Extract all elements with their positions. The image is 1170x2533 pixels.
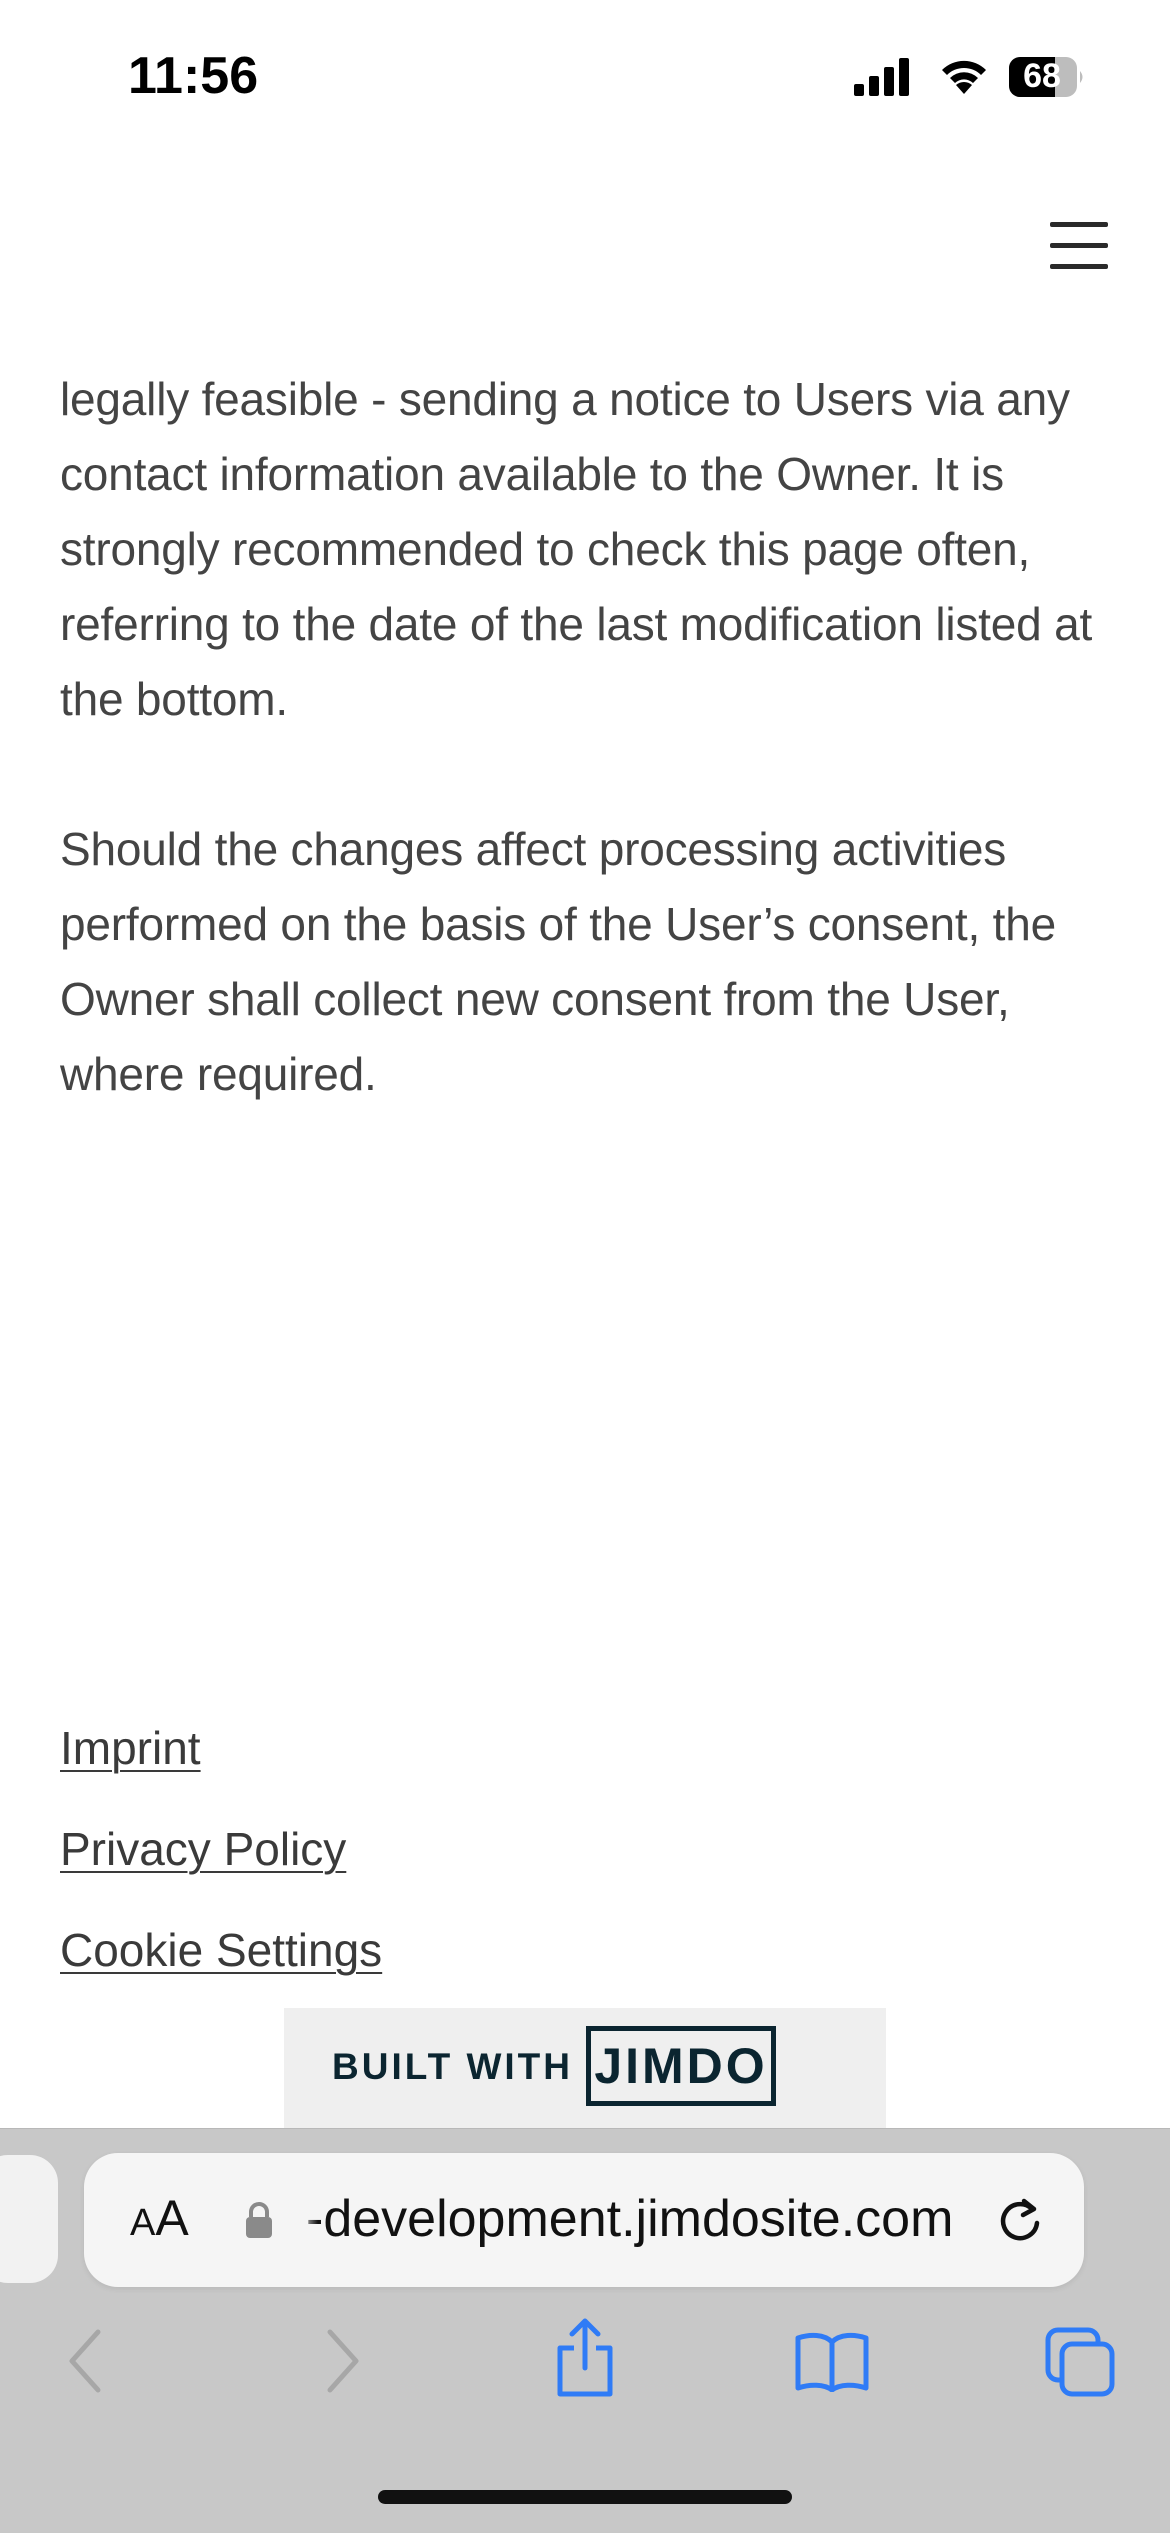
jimdo-logo: JIMDO	[586, 2026, 776, 2106]
address-bar[interactable]: AA -development.jimdosite.com	[84, 2153, 1084, 2287]
reload-icon[interactable]	[992, 2193, 1048, 2249]
aa-small-glyph: A	[130, 2202, 156, 2244]
hamburger-menu-button[interactable]	[1046, 220, 1112, 272]
lock-icon	[246, 2202, 272, 2238]
privacy-policy-link[interactable]: Privacy Policy	[60, 1811, 382, 1912]
tabs-icon[interactable]	[1044, 2326, 1116, 2398]
wifi-icon	[942, 60, 986, 94]
share-icon[interactable]	[552, 2318, 618, 2398]
page-content: legally feasible - sending a notice to U…	[60, 362, 1120, 1112]
footer-links: Imprint Privacy Policy Cookie Settings	[60, 1710, 382, 2013]
cellular-signal-icon	[854, 58, 909, 96]
built-with-jimdo-banner[interactable]: BUILT WITH JIMDO	[284, 2008, 886, 2130]
built-with-label: BUILT WITH	[332, 2046, 573, 2087]
chevron-right-icon[interactable]	[316, 2326, 366, 2396]
book-icon[interactable]	[794, 2330, 870, 2392]
battery-level: 68	[1023, 57, 1061, 95]
home-indicator	[378, 2490, 792, 2504]
hamburger-line	[1050, 264, 1108, 269]
hamburger-menu-icon	[1050, 222, 1108, 227]
url-text: -development.jimdosite.com	[306, 2190, 954, 2248]
imprint-link[interactable]: Imprint	[60, 1710, 382, 1811]
aa-big-glyph: A	[155, 2190, 189, 2246]
previous-tab-card[interactable]	[0, 2155, 58, 2283]
status-time: 11:56	[128, 47, 259, 105]
chevron-left-icon[interactable]	[62, 2326, 112, 2396]
status-bar: 11:56 68	[0, 0, 1170, 150]
hamburger-line	[1050, 243, 1108, 248]
cookie-settings-link[interactable]: Cookie Settings	[60, 1912, 382, 2013]
page-settings-button[interactable]: AA	[130, 2189, 189, 2249]
url-fade	[298, 2183, 318, 2257]
paragraph-notice: legally feasible - sending a notice to U…	[60, 373, 1093, 725]
paragraph-consent: Should the changes affect processing act…	[60, 823, 1056, 1100]
